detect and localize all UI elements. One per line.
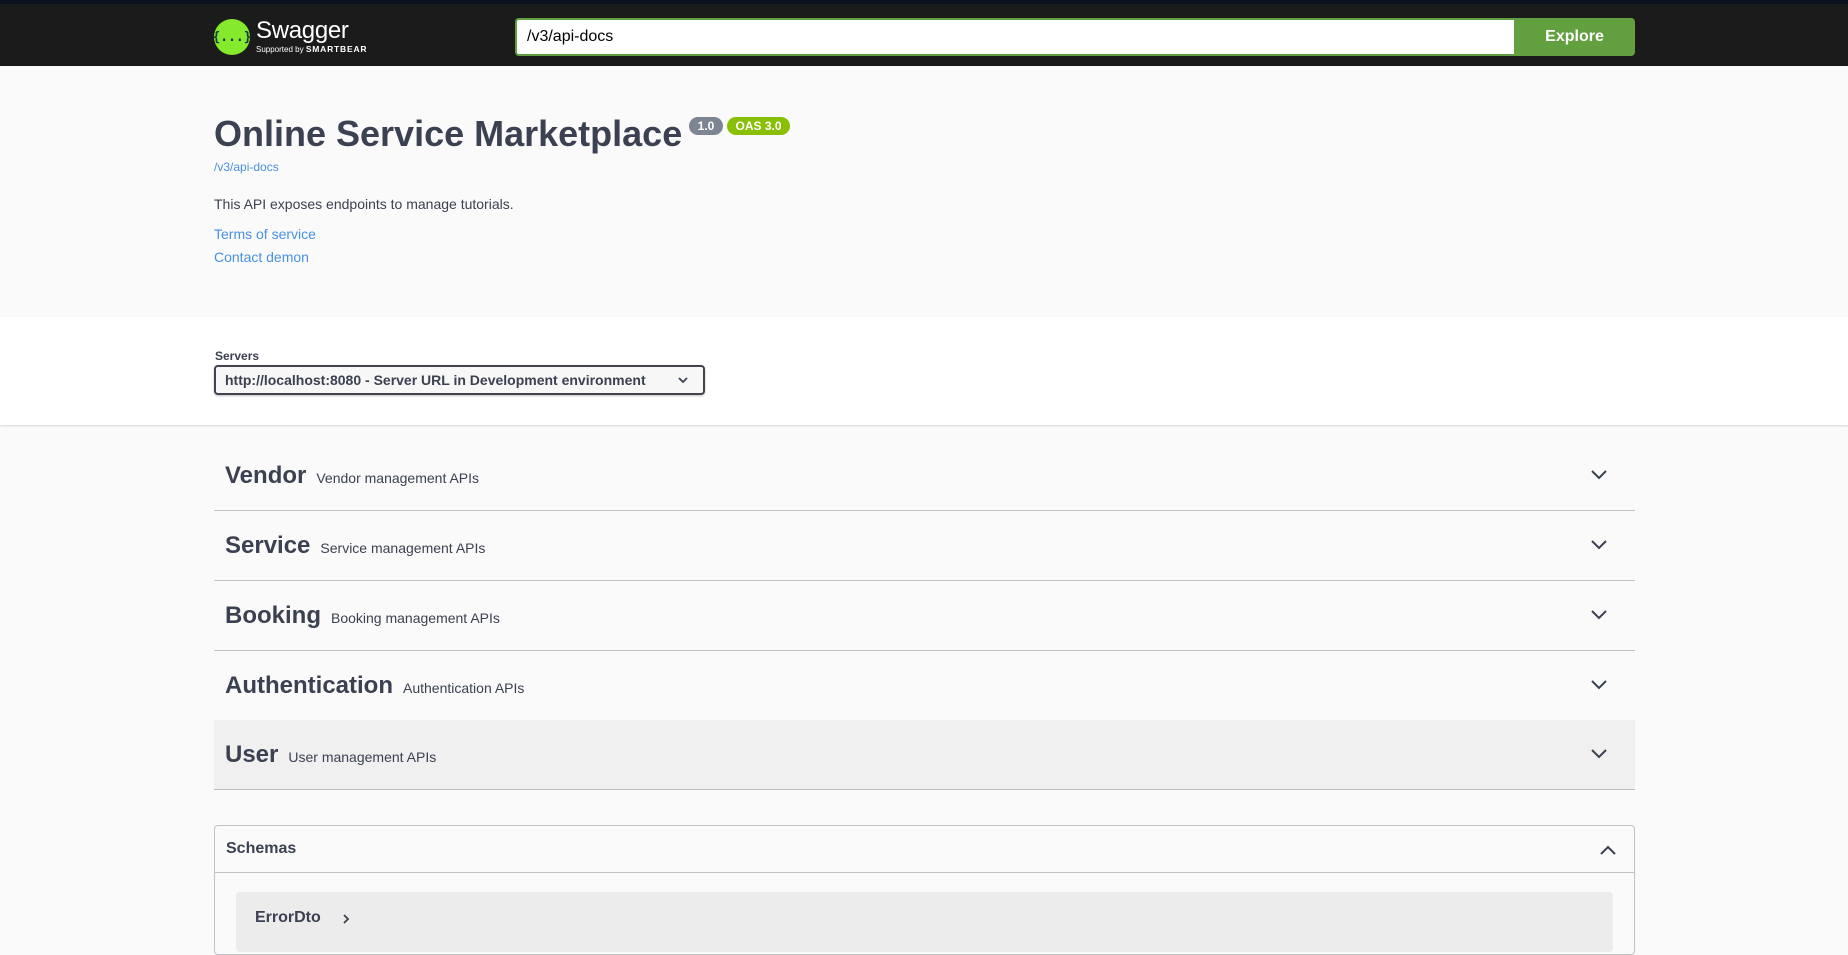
chevron-down-icon <box>678 377 688 384</box>
tag-description: Authentication APIs <box>403 679 525 696</box>
chevron-down-icon <box>1591 470 1607 480</box>
oas-badge: OAS 3.0 <box>727 117 790 135</box>
servers-selected-value: http://localhost:8080 - Server URL in De… <box>225 372 646 388</box>
swagger-logo-icon: {...} <box>212 19 252 55</box>
chevron-down-icon <box>1591 540 1607 550</box>
spec-link[interactable]: /v3/api-docs <box>214 160 279 174</box>
schemas-title: Schemas <box>226 840 297 857</box>
tag-description: Booking management APIs <box>331 609 500 626</box>
chevron-down-icon <box>1591 749 1607 759</box>
chevron-down-icon <box>1591 680 1607 690</box>
logo-company: SMARTBEAR <box>305 43 368 54</box>
version-badge: 1.0 <box>689 117 723 135</box>
api-description: This API exposes endpoints to manage tut… <box>214 196 514 212</box>
logo-name: Swagger <box>256 16 349 44</box>
spec-url-input[interactable] <box>515 18 1514 56</box>
servers-section: Servers http://localhost:8080 - Server U… <box>0 317 1848 425</box>
page-title: Online Service Marketplace <box>214 113 683 154</box>
contact-link[interactable]: Contact demon <box>214 249 309 265</box>
tag-description: Service management APIs <box>320 539 486 556</box>
model-name: ErrorDto <box>255 909 321 926</box>
servers-label: Servers <box>215 349 260 363</box>
chevron-up-icon <box>1600 845 1616 855</box>
model-item[interactable]: ErrorDto <box>236 892 1613 952</box>
tag-name: Authentication <box>225 671 393 699</box>
schemas-header[interactable]: Schemas <box>215 826 1634 873</box>
chevron-right-icon <box>343 914 350 924</box>
tag-description: User management APIs <box>288 748 437 765</box>
tag-name: Vendor <box>225 461 307 489</box>
terms-of-service-link[interactable]: Terms of service <box>214 226 316 242</box>
tag-service[interactable]: Service Service management APIs <box>214 511 1635 581</box>
tag-vendor[interactable]: Vendor Vendor management APIs <box>214 441 1635 511</box>
swagger-logo[interactable]: {...} Swagger Supported by SMARTBEAR <box>212 16 367 58</box>
tag-description: Vendor management APIs <box>316 469 480 486</box>
tag-booking[interactable]: Booking Booking management APIs <box>214 581 1635 651</box>
logo-supported-by: Supported by SMARTBEAR <box>256 43 367 56</box>
logo-supported-text: Supported by <box>256 44 304 54</box>
topbar: {...} Swagger Supported by SMARTBEAR Exp… <box>0 0 1848 66</box>
logo-text: Swagger Supported by SMARTBEAR <box>256 16 367 56</box>
chevron-down-icon <box>1591 610 1607 620</box>
tag-user[interactable]: User User management APIs <box>214 720 1635 790</box>
tag-name: Service <box>225 531 311 559</box>
tag-name: User <box>225 740 279 768</box>
tag-authentication[interactable]: Authentication Authentication APIs <box>214 651 1635 721</box>
servers-select[interactable]: http://localhost:8080 - Server URL in De… <box>214 365 705 395</box>
tag-name: Booking <box>225 601 321 629</box>
explore-button[interactable]: Explore <box>1514 18 1635 56</box>
